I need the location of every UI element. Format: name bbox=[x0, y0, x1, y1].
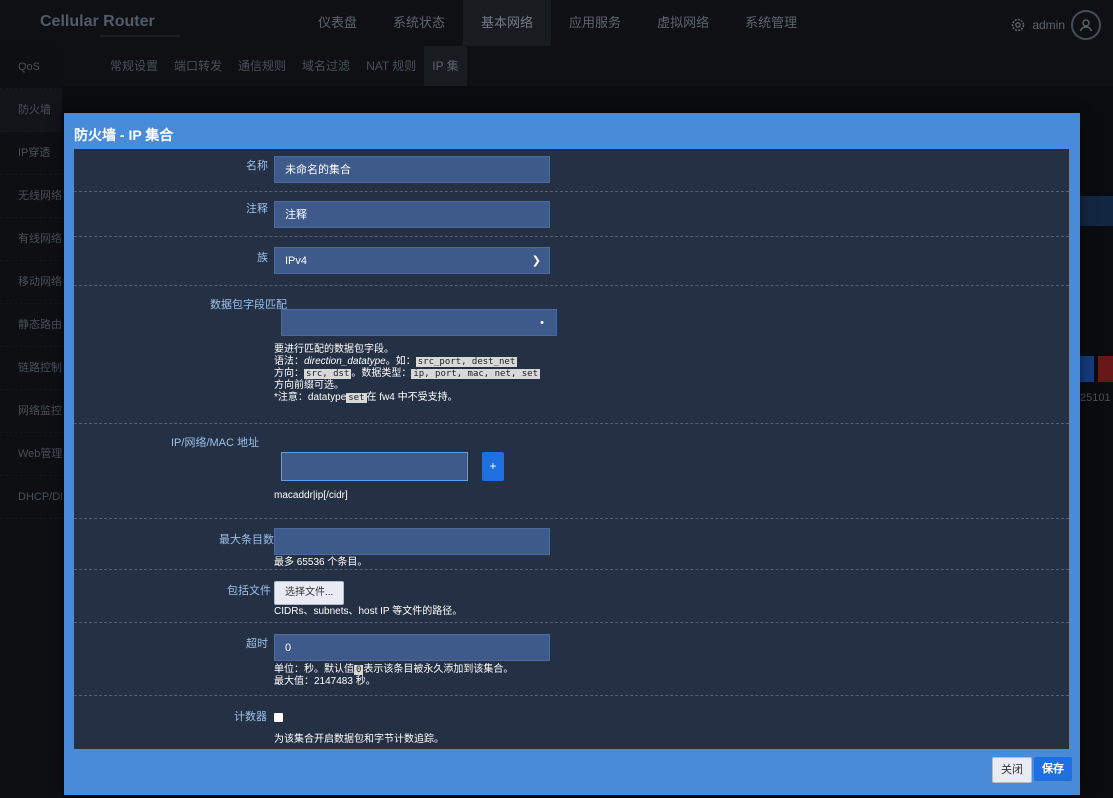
match-help-note: *注意：datatype bbox=[274, 392, 347, 403]
save-button[interactable]: 保存 bbox=[1034, 757, 1072, 781]
field-row-name: 名称 未命名的集合 bbox=[74, 149, 1069, 192]
address-label: IP/网络/MAC 地址 bbox=[171, 437, 260, 449]
choose-file-button[interactable]: 选择文件... bbox=[274, 581, 345, 605]
match-help-direction-code: src, dst bbox=[304, 369, 352, 379]
maxelem-input[interactable] bbox=[274, 528, 550, 555]
match-help-syntax: direction_datatype bbox=[304, 356, 386, 367]
timeout-help-line2: 最大值：2147483 秒。 bbox=[274, 676, 376, 687]
counters-label: 计数器 bbox=[234, 711, 267, 723]
ipset-modal: 防火墙 - IP 集合 名称 未命名的集合 注释 注释 族 IPv4 ❯ 数据包… bbox=[64, 113, 1080, 795]
match-help: 要进行匹配的数据包字段。 语法：direction_datatype。如： src… bbox=[274, 344, 540, 404]
modal-title: 防火墙 - IP 集合 bbox=[74, 127, 174, 143]
match-help-syntax-label: 语法： bbox=[274, 356, 304, 367]
family-value: IPv4 bbox=[285, 255, 308, 267]
name-input[interactable]: 未命名的集合 bbox=[274, 156, 550, 183]
field-row-match: 数据包字段匹配 • 要进行匹配的数据包字段。 语法：direction_data… bbox=[74, 286, 1069, 424]
timeout-input[interactable]: 0 bbox=[274, 634, 550, 661]
add-address-button[interactable]: + bbox=[482, 452, 504, 481]
chevron-down-icon: ❯ bbox=[531, 255, 541, 267]
match-select[interactable]: • bbox=[281, 309, 557, 336]
match-help-note-code: set bbox=[346, 393, 367, 403]
field-row-comment: 注释 注释 bbox=[74, 192, 1069, 237]
timeout-label: 超时 bbox=[246, 638, 268, 650]
address-input[interactable] bbox=[281, 452, 468, 481]
comment-input[interactable]: 注释 bbox=[274, 201, 550, 228]
field-row-counters: 计数器 为该集合开启数据包和字节计数追踪。 bbox=[74, 696, 1069, 749]
family-select[interactable]: IPv4 ❯ bbox=[274, 247, 550, 274]
field-row-family: 族 IPv4 ❯ bbox=[74, 237, 1069, 286]
family-label: 族 bbox=[257, 252, 268, 264]
timeout-help-suffix: 表示该条目被永久添加到该集合。 bbox=[363, 664, 514, 675]
match-help-line3: 方向： src, dst 。数据类型： ip, port, mac, net, set bbox=[274, 368, 540, 380]
match-help-direction-label: 方向： bbox=[274, 368, 304, 379]
name-label: 名称 bbox=[246, 160, 268, 172]
counters-help: 为该集合开启数据包和字节计数追踪。 bbox=[274, 734, 444, 745]
maxelem-label: 最大条目数 bbox=[219, 534, 274, 546]
match-help-example-label: 。如： bbox=[385, 356, 416, 367]
match-help-datatype-code: ip, port, mac, net, set bbox=[411, 369, 540, 379]
match-help-datatype-label: 。数据类型： bbox=[351, 368, 412, 379]
timeout-help: 单位：秒。默认值 0 表示该条目被永久添加到该集合。 最大值：2147483 秒。 bbox=[274, 664, 513, 688]
timeout-help-prefix: 单位：秒。默认值 bbox=[274, 664, 354, 675]
match-help-line2: 语法：direction_datatype。如： src_port, dest_n… bbox=[274, 356, 540, 368]
modal-body: 名称 未命名的集合 注释 注释 族 IPv4 ❯ 数据包字段匹配 • 要进行匹配… bbox=[74, 149, 1069, 749]
match-help-line1: 要进行匹配的数据包字段。 bbox=[274, 344, 394, 355]
field-row-maxelem: 最大条目数 最多 65536 个条目。 bbox=[74, 519, 1069, 570]
include-help: CIDRs、subnets、host IP 等文件的路径。 bbox=[274, 606, 463, 617]
dropdown-dot-icon: • bbox=[540, 317, 544, 329]
include-label: 包括文件 bbox=[227, 585, 271, 597]
match-help-note-suffix: 在 fw4 中不受支持。 bbox=[366, 392, 458, 403]
counters-checkbox[interactable] bbox=[274, 713, 283, 722]
maxelem-help: 最多 65536 个条目。 bbox=[274, 557, 368, 568]
match-help-line5: *注意：datatype set 在 fw4 中不受支持。 bbox=[274, 392, 540, 404]
field-row-timeout: 超时 0 单位：秒。默认值 0 表示该条目被永久添加到该集合。 最大值：214748… bbox=[74, 623, 1069, 696]
match-help-example-code: src_port, dest_net bbox=[415, 357, 518, 367]
field-row-address: IP/网络/MAC 地址 + macaddr|ip[/cidr] bbox=[74, 424, 1069, 519]
close-button[interactable]: 关闭 bbox=[992, 757, 1032, 783]
match-help-line4: 方向前缀可选。 bbox=[274, 380, 344, 391]
match-label: 数据包字段匹配 bbox=[210, 299, 287, 311]
field-row-include: 包括文件 选择文件... CIDRs、subnets、host IP 等文件的路… bbox=[74, 570, 1069, 623]
timeout-help-line1: 单位：秒。默认值 0 表示该条目被永久添加到该集合。 bbox=[274, 664, 513, 676]
comment-label: 注释 bbox=[246, 203, 268, 215]
timeout-help-code: 0 bbox=[354, 665, 364, 675]
address-help: macaddr|ip[/cidr] bbox=[274, 490, 348, 501]
